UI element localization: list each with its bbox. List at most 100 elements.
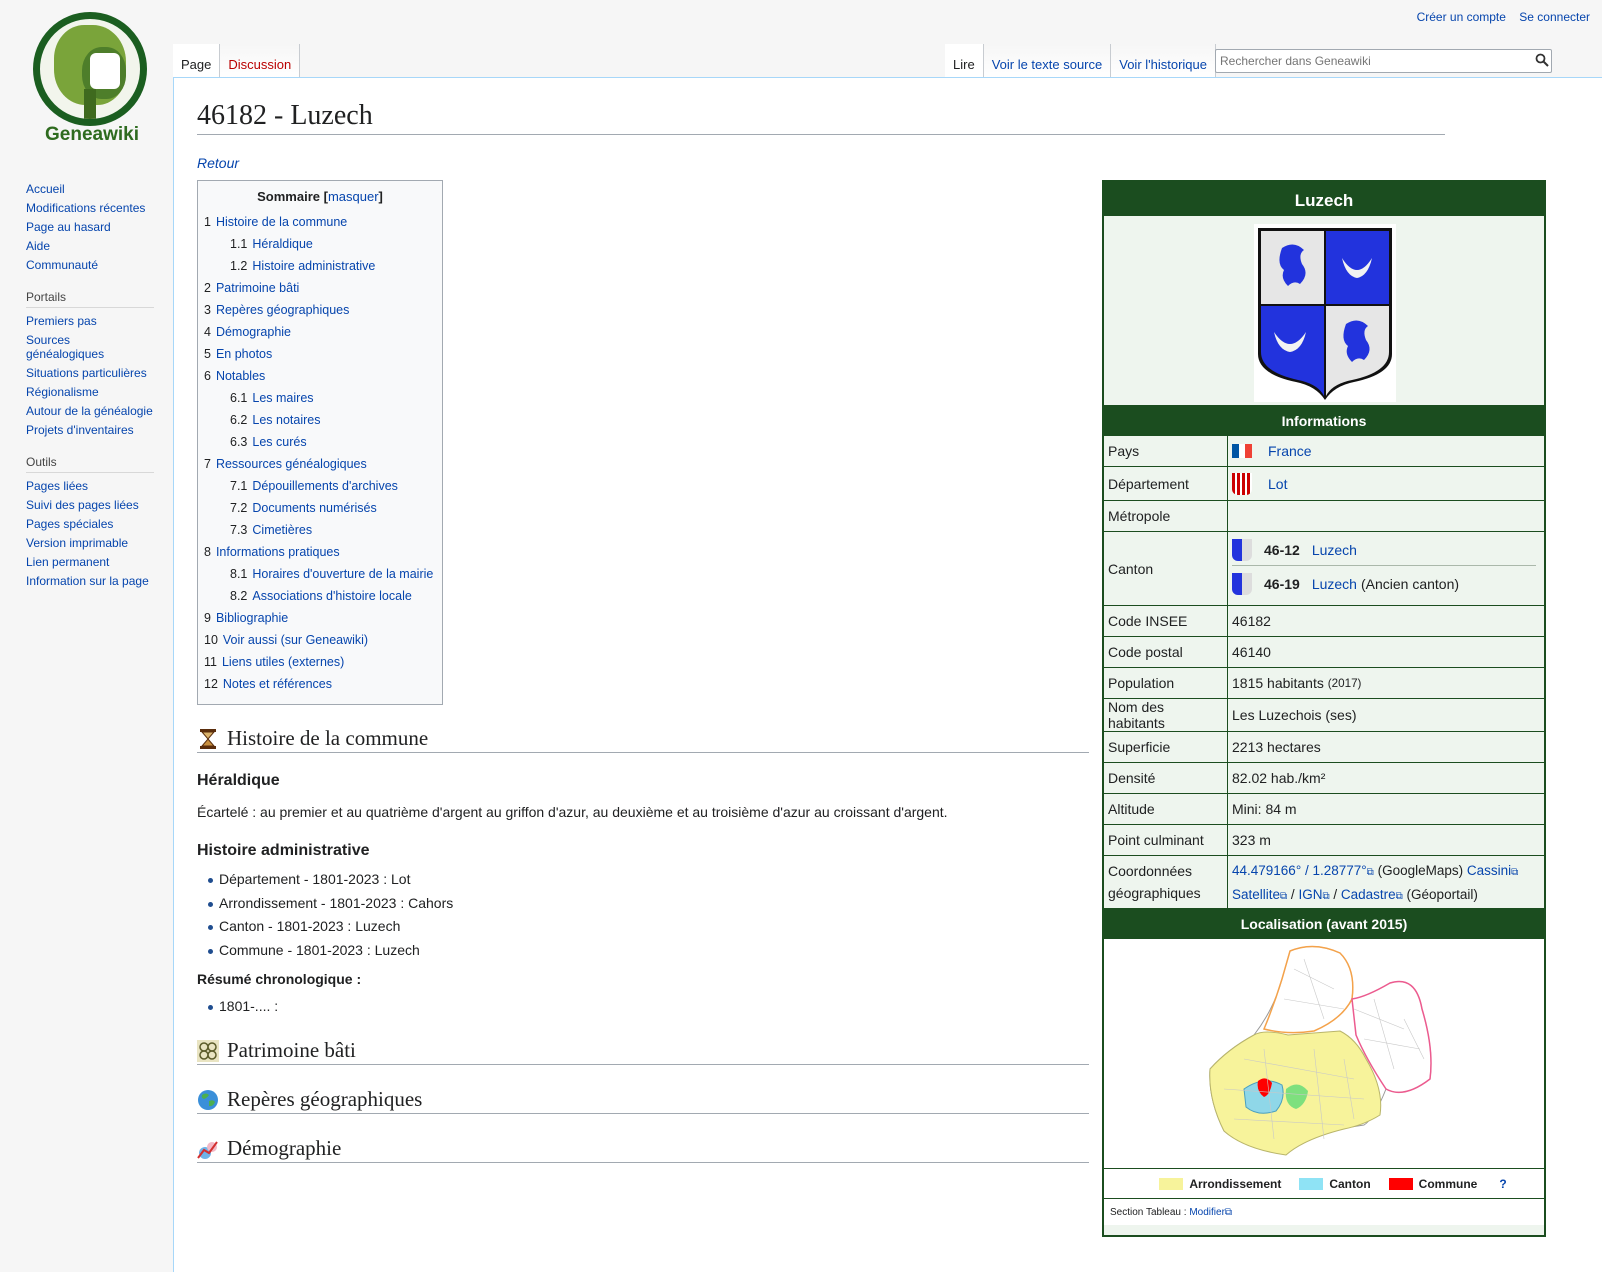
toc-item[interactable]: 1 Histoire de la commune — [204, 211, 436, 233]
sidebar-item-pages-liees[interactable]: Pages liées — [26, 479, 156, 493]
sidebar-item-premiers-pas[interactable]: Premiers pas — [26, 314, 156, 328]
toc-item-number: 7.2 — [230, 501, 248, 515]
coat-of-arms-icon[interactable] — [1254, 224, 1396, 402]
sidebar-item-regionalisme[interactable]: Régionalisme — [26, 385, 156, 399]
sidebar-item-sources-genealogiques[interactable]: Sources généalogiques — [26, 333, 116, 361]
toc-item-label[interactable]: Documents numérisés — [252, 501, 376, 515]
sidebar-item-lien-permanent[interactable]: Lien permanent — [26, 555, 156, 569]
create-account-link[interactable]: Créer un compte — [1417, 10, 1506, 24]
link-cassini[interactable]: Cassini — [1467, 863, 1511, 878]
toc-item[interactable]: 9 Bibliographie — [204, 607, 436, 629]
localisation-map[interactable] — [1104, 939, 1544, 1169]
search-input[interactable] — [1215, 49, 1552, 73]
toc-item[interactable]: 7.1 Dépouillements d'archives — [204, 475, 436, 497]
toc-item-label[interactable]: Histoire de la commune — [216, 215, 347, 229]
list-item: Arrondissement - 1801-2023 : Cahors — [197, 892, 453, 916]
toc-item-label[interactable]: Cimetières — [252, 523, 312, 537]
sidebar-item-modifications-recentes[interactable]: Modifications récentes — [26, 201, 156, 215]
toc-item[interactable]: 8 Informations pratiques — [204, 541, 436, 563]
retour-link[interactable]: Retour — [197, 155, 239, 171]
tab-voir-historique[interactable]: Voir l'historique — [1111, 44, 1216, 78]
admin-heading: Histoire administrative — [197, 842, 370, 859]
toc-item-label[interactable]: Patrimoine bâti — [216, 281, 299, 295]
toc-item-label[interactable]: Histoire administrative — [252, 259, 375, 273]
toc-item[interactable]: 8.2 Associations d'histoire locale — [204, 585, 436, 607]
label-pays: Pays — [1104, 436, 1228, 466]
site-logo[interactable]: Geneawiki — [26, 12, 148, 152]
link-canton-luzech[interactable]: Luzech — [1312, 542, 1357, 558]
link-france[interactable]: France — [1268, 443, 1312, 459]
toc-item-label[interactable]: Repères géographiques — [216, 303, 349, 317]
label-insee: Code INSEE — [1104, 606, 1228, 636]
sidebar-item-information-page[interactable]: Information sur la page — [26, 574, 156, 588]
login-link[interactable]: Se connecter — [1519, 10, 1590, 24]
sidebar-item-projets-inventaires[interactable]: Projets d'inventaires — [26, 423, 156, 437]
toc-item[interactable]: 5 En photos — [204, 343, 436, 365]
toc-item[interactable]: 11 Liens utiles (externes) — [204, 651, 436, 673]
tab-voir-texte-source[interactable]: Voir le texte source — [983, 44, 1112, 78]
infobox-row-canton: Canton 46-12 Luzech 46-19 Luzech (Ancien… — [1104, 532, 1544, 606]
tab-lire[interactable]: Lire — [945, 44, 984, 78]
toc-item[interactable]: 12 Notes et références — [204, 673, 436, 695]
toc-item[interactable]: 2 Patrimoine bâti — [204, 277, 436, 299]
toc-item-number: 6.1 — [230, 391, 248, 405]
sidebar-item-aide[interactable]: Aide — [26, 239, 156, 253]
sidebar-item-page-au-hasard[interactable]: Page au hasard — [26, 220, 156, 234]
toc-item-label[interactable]: Associations d'histoire locale — [252, 589, 411, 603]
sidebar-item-suivi-pages-liees[interactable]: Suivi des pages liées — [26, 498, 156, 512]
toc-item-number: 4 — [204, 325, 211, 339]
infobox-row-densite: Densité 82.02 hab./km² — [1104, 763, 1544, 794]
view-tabs: Lire Voir le texte source Voir l'histori… — [945, 44, 1216, 78]
toc-hide-toggle[interactable]: masquer — [328, 189, 379, 204]
toc-item-label[interactable]: Informations pratiques — [216, 545, 340, 559]
link-lot[interactable]: Lot — [1268, 476, 1287, 492]
toc-item-label[interactable]: Notables — [216, 369, 265, 383]
link-ancien-canton-luzech[interactable]: Luzech — [1312, 576, 1357, 592]
toc-item-label[interactable]: En photos — [216, 347, 272, 361]
toc-item-label[interactable]: Démographie — [216, 325, 291, 339]
map-image — [1209, 945, 1432, 1156]
toc-item[interactable]: 8.1 Horaires d'ouverture de la mairie — [204, 563, 436, 585]
sidebar-item-pages-speciales[interactable]: Pages spéciales — [26, 517, 156, 531]
toc-item[interactable]: 6.3 Les curés — [204, 431, 436, 453]
sidebar-item-communaute[interactable]: Communauté — [26, 258, 156, 272]
link-cadastre[interactable]: Cadastre — [1341, 887, 1396, 902]
sidebar-item-situations-particulieres[interactable]: Situations particulières — [26, 366, 156, 380]
toc-item[interactable]: 7.3 Cimetières — [204, 519, 436, 541]
tab-discussion[interactable]: Discussion — [220, 44, 301, 78]
tab-page[interactable]: Page — [173, 44, 221, 78]
toc-item[interactable]: 6.2 Les notaires — [204, 409, 436, 431]
toc-item-label[interactable]: Horaires d'ouverture de la mairie — [252, 567, 433, 581]
sidebar-nav: Accueil Modifications récentes Page au h… — [26, 182, 156, 272]
link-satellite[interactable]: Satellite — [1232, 887, 1280, 902]
toc-item-label[interactable]: Les curés — [252, 435, 306, 449]
toc-item-label[interactable]: Bibliographie — [216, 611, 288, 625]
toc-item[interactable]: 7.2 Documents numérisés — [204, 497, 436, 519]
modifier-link[interactable]: Modifier — [1189, 1207, 1225, 1218]
external-link-icon: ⧉ — [1322, 891, 1330, 902]
toc-item-label[interactable]: Les maires — [252, 391, 313, 405]
toc-item[interactable]: 4 Démographie — [204, 321, 436, 343]
toc-item-label[interactable]: Ressources généalogiques — [216, 457, 367, 471]
search-icon[interactable] — [1535, 53, 1549, 67]
toc-item[interactable]: 7 Ressources généalogiques — [204, 453, 436, 475]
toc-item-label[interactable]: Liens utiles (externes) — [222, 655, 344, 669]
legend-help-link[interactable]: ? — [1499, 1177, 1506, 1191]
toc-item[interactable]: 10 Voir aussi (sur Geneawiki) — [204, 629, 436, 651]
toc-item-label[interactable]: Les notaires — [252, 413, 320, 427]
link-ign[interactable]: IGN — [1298, 887, 1322, 902]
toc-item-label[interactable]: Dépouillements d'archives — [252, 479, 398, 493]
toc-item-label[interactable]: Héraldique — [252, 237, 312, 251]
sidebar-item-accueil[interactable]: Accueil — [26, 182, 156, 196]
toc-item-label[interactable]: Notes et références — [223, 677, 332, 691]
population-year: (2017) — [1327, 676, 1362, 690]
sidebar-item-autour-genealogie[interactable]: Autour de la généalogie — [26, 404, 156, 418]
toc-item[interactable]: 6 Notables — [204, 365, 436, 387]
toc-item[interactable]: 3 Repères géographiques — [204, 299, 436, 321]
sidebar-item-version-imprimable[interactable]: Version imprimable — [26, 536, 156, 550]
toc-item-label[interactable]: Voir aussi (sur Geneawiki) — [223, 633, 368, 647]
toc-item[interactable]: 1.1 Héraldique — [204, 233, 436, 255]
link-coordinates-googlemaps[interactable]: 44.479166° / 1.28777° — [1232, 863, 1367, 878]
toc-item[interactable]: 6.1 Les maires — [204, 387, 436, 409]
toc-item[interactable]: 1.2 Histoire administrative — [204, 255, 436, 277]
